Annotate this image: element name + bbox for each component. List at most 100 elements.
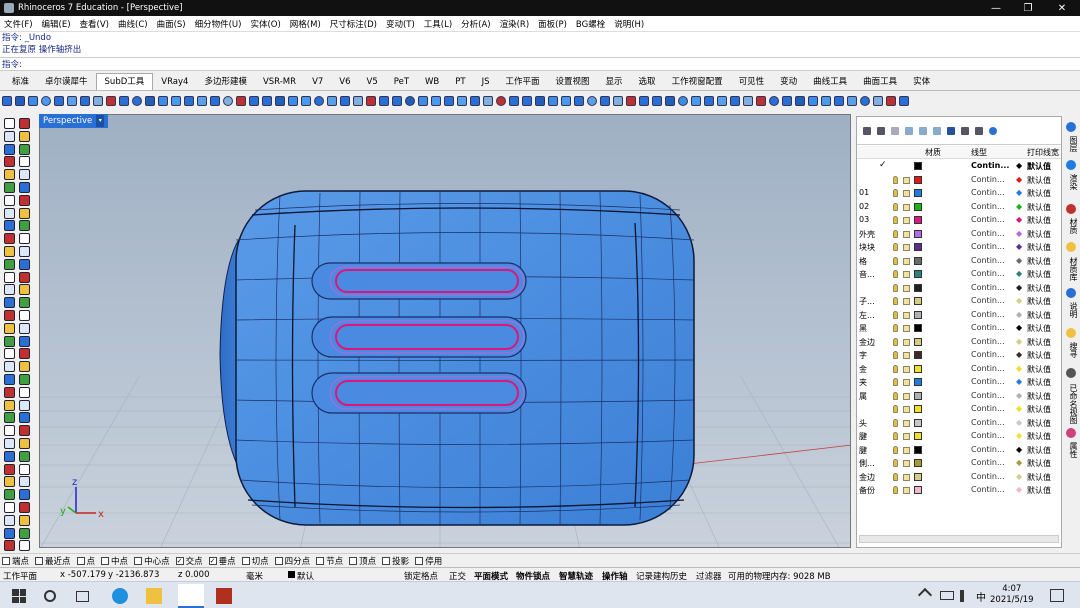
print-color-icon[interactable]: ◆ [1016,215,1022,224]
layer-linetype[interactable]: Contin... [971,458,1005,467]
layer-row[interactable]: 金边 Contin... ◆ 默认值 [857,336,1061,350]
ime-indicator[interactable]: 中 [976,589,988,605]
layer-color-swatch[interactable] [914,459,922,467]
subd-tool-icon[interactable] [899,96,909,106]
left-tool-icon[interactable] [4,361,15,373]
left-tool-icon[interactable] [19,489,30,501]
maximize-button[interactable]: ❐ [1012,0,1044,16]
menu-item[interactable]: 面板(P) [538,18,567,30]
layer-print-width[interactable]: 默认值 [1027,337,1051,348]
print-color-icon[interactable]: ◆ [1016,175,1022,184]
print-color-icon[interactable]: ◆ [1016,337,1022,346]
left-tool-icon[interactable] [4,502,15,513]
left-tool-icon[interactable] [19,412,30,424]
visibility-bulb-icon[interactable] [893,297,898,305]
left-tool-icon[interactable] [19,169,30,181]
left-tool-icon[interactable] [4,130,15,142]
toolbar-tab[interactable]: 设置视图 [548,75,598,90]
osnap-checkbox[interactable] [382,556,391,565]
subd-tool-icon[interactable] [769,96,779,106]
subd-tool-icon[interactable] [106,96,116,106]
left-tool-icon[interactable] [19,258,30,270]
delete-layer-icon[interactable] [891,126,899,135]
toolbar-tab[interactable]: VRay4 [153,75,196,90]
left-tool-icon[interactable] [4,425,15,437]
print-color-icon[interactable]: ◆ [1016,323,1022,332]
osnap-option[interactable]: 点 [76,555,95,567]
print-color-icon[interactable]: ◆ [1016,188,1022,197]
subd-tool-icon[interactable] [730,96,740,106]
subd-tool-icon[interactable] [223,96,233,106]
layer-row[interactable]: 腱 Contin... ◆ 默认值 [857,444,1061,458]
lock-icon[interactable] [903,433,910,440]
layer-print-width[interactable]: 默认值 [1027,431,1051,442]
layer-print-width[interactable]: 默认值 [1027,283,1051,294]
left-tool-icon[interactable] [19,386,30,398]
layer-row[interactable]: 音... Contin... ◆ 默认值 [857,268,1061,282]
help-icon[interactable] [989,126,997,135]
layer-color-swatch[interactable] [914,297,922,305]
print-color-icon[interactable]: ◆ [1016,256,1022,265]
layer-color-swatch[interactable] [914,378,922,386]
layer-print-width[interactable]: 默认值 [1027,418,1051,429]
left-tool-icon[interactable] [4,399,15,411]
subd-tool-icon[interactable] [392,96,402,106]
left-tool-icon[interactable] [19,310,30,321]
visibility-bulb-icon[interactable] [893,459,898,467]
osnap-checkbox[interactable] [349,556,358,565]
edge-icon[interactable] [112,588,128,604]
toolbar-tab[interactable]: VSR-MR [255,75,304,90]
menu-item[interactable]: 曲面(S) [157,18,186,30]
layer-color-swatch[interactable] [914,283,922,292]
lock-icon[interactable] [903,325,910,332]
subd-tool-icon[interactable] [444,96,454,106]
subd-tool-icon[interactable] [262,96,272,106]
subd-tool-icon[interactable] [821,96,831,106]
visibility-bulb-icon[interactable] [893,283,898,292]
subd-tool-icon[interactable] [652,96,662,106]
left-tool-icon[interactable] [4,143,15,155]
subd-tool-icon[interactable] [67,96,77,106]
osnap-checkbox[interactable] [35,556,44,565]
layer-row[interactable]: 金边 Contin... ◆ 默认值 [857,471,1061,485]
subd-tool-icon[interactable] [405,96,415,106]
side-tab[interactable]: 材质库 [1065,254,1078,283]
layer-color-swatch[interactable] [914,243,922,251]
toolbar-tab[interactable]: SubD工具 [95,73,154,90]
subd-tool-icon[interactable] [639,96,649,106]
subd-tool-icon[interactable] [145,96,155,106]
menu-item[interactable]: 渲染(R) [500,18,530,30]
visibility-bulb-icon[interactable] [893,270,898,278]
layer-color-swatch[interactable] [914,432,922,440]
osnap-checkbox[interactable] [134,556,143,565]
toolbar-tab[interactable]: PT [447,75,473,90]
layer-print-width[interactable]: 默认值 [1027,296,1051,307]
print-color-icon[interactable]: ◆ [1016,404,1022,413]
layer-linetype[interactable]: Contin... [971,418,1005,427]
layer-linetype[interactable]: Contin... [971,431,1005,440]
layer-print-width[interactable]: 默认值 [1027,445,1051,456]
left-tool-icon[interactable] [4,348,15,360]
left-tool-icon[interactable] [19,540,30,552]
left-tool-icon[interactable] [4,182,15,193]
layer-color-swatch[interactable] [914,472,922,481]
new-layer-icon[interactable] [863,126,871,135]
layer-row[interactable]: 字 Contin... ◆ 默认值 [857,349,1061,363]
toolbar-tab[interactable]: 卓尔谟犀牛 [37,75,96,90]
left-tool-icon[interactable] [19,284,30,296]
new-sublayer-icon[interactable] [877,126,885,135]
layer-print-width[interactable]: 默认值 [1027,229,1051,240]
layer-row[interactable]: 左... Contin... ◆ 默认值 [857,309,1061,323]
osnap-checkbox[interactable] [274,556,283,565]
osnap-option[interactable]: ✓ 垂点 [208,555,236,567]
left-tool-icon[interactable] [4,169,15,181]
subd-tool-icon[interactable] [28,96,38,106]
lock-icon[interactable] [903,284,910,292]
menu-item[interactable]: 尺寸标注(D) [330,18,377,30]
menu-item[interactable]: 网格(M) [290,18,321,30]
layer-linetype[interactable]: Contin... [971,391,1005,400]
left-tool-icon[interactable] [19,527,30,539]
layer-linetype[interactable]: Contin... [971,296,1005,305]
layer-print-width[interactable]: 默认值 [1027,202,1051,213]
visibility-bulb-icon[interactable] [893,229,898,238]
